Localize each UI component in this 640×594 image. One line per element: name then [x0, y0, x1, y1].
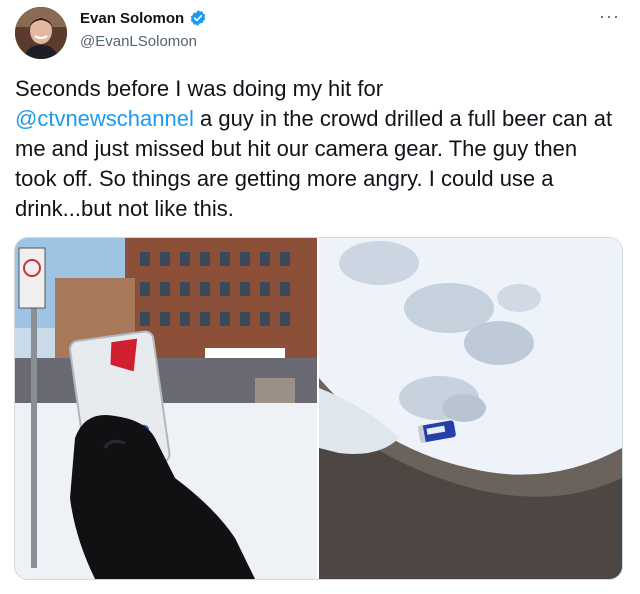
avatar[interactable] [15, 7, 67, 59]
author-handle[interactable]: @EvanLSolomon [80, 33, 197, 50]
beer-can-in-gloved-hand-photo[interactable]: TR [15, 238, 317, 579]
tweet-card: Evan Solomon @EvanLSolomon ··· Seconds b… [0, 0, 640, 594]
avatar-photo [15, 7, 67, 59]
author-display-name[interactable]: Evan Solomon [80, 10, 184, 27]
more-options-icon[interactable]: ··· [599, 6, 620, 27]
tweet-text-intro: Seconds before I was doing my hit for [15, 76, 384, 101]
tweet-media: TR [14, 237, 623, 580]
verified-badge-icon [189, 9, 207, 27]
author-name-row: Evan Solomon [80, 9, 207, 27]
tweet-text: Seconds before I was doing my hit for @ct… [15, 74, 623, 224]
mention-link[interactable]: @ctvnewschannel [15, 106, 194, 131]
beer-can-in-snow-photo[interactable] [319, 238, 622, 579]
